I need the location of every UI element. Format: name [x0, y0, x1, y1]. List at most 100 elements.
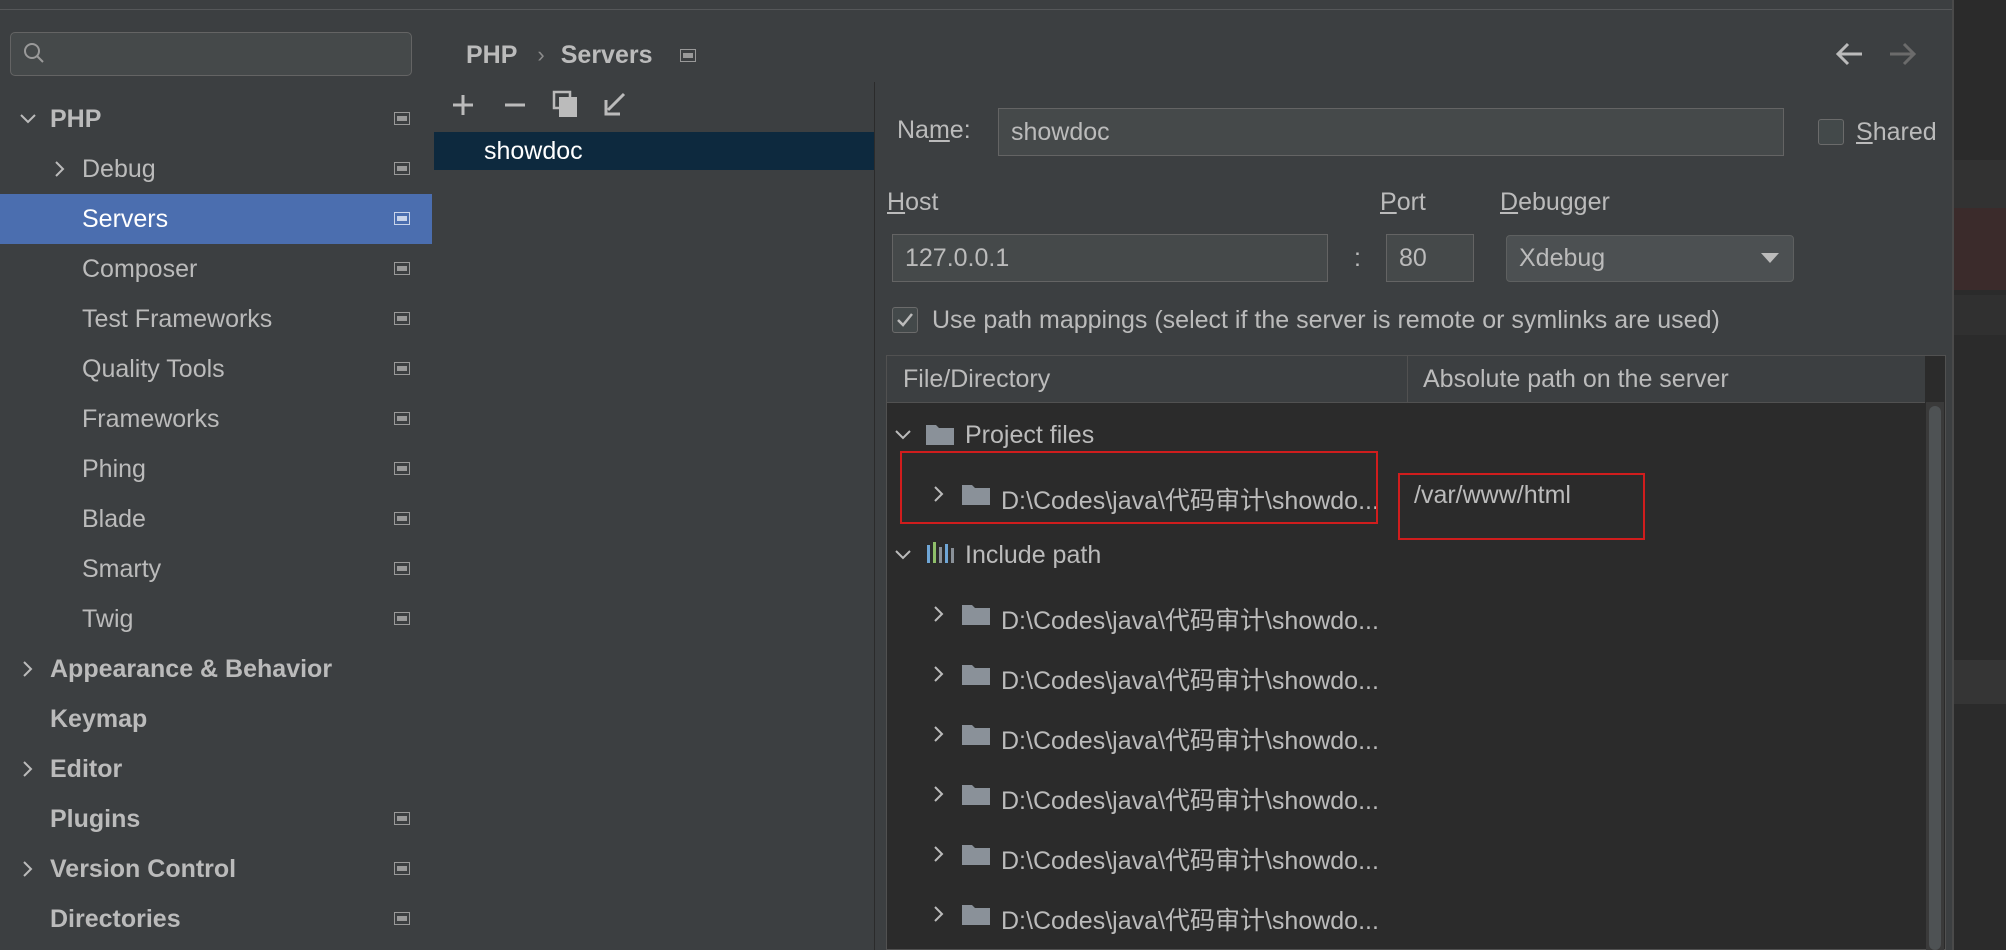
sidebar-item-label: PHP [50, 104, 102, 133]
chevron-right-icon [55, 161, 65, 177]
dropdown-arrow-icon [1761, 253, 1779, 263]
sidebar-item-appearance-behavior[interactable]: Appearance & Behavior [0, 644, 432, 694]
sidebar-item-label: Plugins [50, 804, 141, 833]
import-icon[interactable] [596, 86, 634, 124]
folder-icon [926, 425, 954, 445]
sidebar-item-label: Test Frameworks [82, 304, 273, 333]
chevron-down-icon [895, 430, 911, 440]
scrollbar-thumb[interactable] [1929, 406, 1941, 950]
highlight-box-server-path [1398, 473, 1645, 540]
tree-row-include-dir[interactable]: D:\Codes\java\代码审计\showdo... [887, 772, 1925, 818]
page-settings-icon [394, 912, 410, 925]
debugger-label-part: ebugger [1518, 188, 1610, 216]
window-top-border [0, 0, 1952, 10]
sidebar-item-label: Servers [82, 204, 169, 233]
debugger-select[interactable]: Xdebug [1506, 235, 1794, 282]
chevron-right-icon [934, 606, 944, 622]
page-settings-icon [394, 612, 410, 625]
sidebar-item-version-control[interactable]: Version Control [0, 844, 432, 894]
sidebar-item-label: Debug [82, 154, 156, 183]
sidebar-item-twig[interactable]: Twig [0, 594, 432, 644]
tree-row-label: Project files [965, 421, 1095, 449]
background-ide-edge [1952, 0, 2006, 950]
tree-row-include-dir[interactable]: D:\Codes\java\代码审计\showdo... [887, 832, 1925, 878]
debugger-label: Debugger [1500, 188, 1610, 217]
shared-checkbox[interactable] [1818, 119, 1844, 145]
tree-row-include-dir[interactable]: D:\Codes\java\代码审计\showdo... [887, 712, 1925, 758]
chevron-right-icon [23, 861, 33, 877]
folder-icon [962, 665, 990, 685]
port-label-part: ort [1396, 188, 1426, 216]
sidebar-item-php[interactable]: PHP [0, 94, 432, 144]
host-port-colon: : [1354, 244, 1361, 272]
sidebar-item-smarty[interactable]: Smarty [0, 544, 432, 594]
tree-row-include-dir[interactable]: D:\Codes\java\代码审计\showdo... [887, 592, 1925, 638]
column-header-server-path[interactable]: Absolute path on the server [1423, 365, 1729, 394]
debugger-value: Xdebug [1519, 244, 1606, 272]
tree-row-label: Include path [965, 541, 1102, 569]
column-separator[interactable] [1407, 356, 1408, 402]
breadcrumb-parent[interactable]: PHP [466, 41, 517, 70]
remove-icon[interactable] [496, 86, 534, 124]
copy-icon[interactable] [546, 86, 584, 124]
server-list-item[interactable]: showdoc [434, 132, 874, 170]
sidebar-item-label: Twig [82, 604, 134, 633]
sidebar-item-phing[interactable]: Phing [0, 444, 432, 494]
host-input[interactable]: 127.0.0.1 [892, 234, 1328, 282]
page-settings-icon [394, 812, 410, 825]
tree-row-include-dir[interactable]: D:\Codes\java\代码审计\showdo... [887, 892, 1925, 938]
sidebar-item-quality-tools[interactable]: Quality Tools [0, 344, 432, 394]
name-label-part: e: [949, 116, 971, 144]
settings-search-input[interactable] [10, 32, 412, 76]
page-settings-icon [394, 312, 410, 325]
debugger-label-mnemonic: D [1500, 188, 1519, 216]
shared-label[interactable]: Shared [1856, 118, 1937, 147]
tree-row-label: D:\Codes\java\代码审计\showdo... [1001, 907, 1379, 935]
folder-icon [962, 605, 990, 625]
sidebar-item-plugins[interactable]: Plugins [0, 794, 432, 844]
port-label-mnemonic: P [1380, 188, 1397, 216]
sidebar-item-editor[interactable]: Editor [0, 744, 432, 794]
sidebar-item-blade[interactable]: Blade [0, 494, 432, 544]
table-scrollbar[interactable] [1926, 402, 1944, 950]
tree-row-include-path[interactable]: Include path [887, 532, 1925, 578]
folder-icon [962, 725, 990, 745]
forward-arrow-icon[interactable] [1884, 38, 1920, 70]
name-input[interactable]: showdoc [998, 108, 1784, 156]
path-mappings-checkbox[interactable] [892, 307, 918, 333]
sidebar-item-label: Directories [50, 904, 181, 933]
sidebar-item-directories[interactable]: Directories [0, 894, 432, 944]
sidebar-item-label: Frameworks [82, 404, 220, 433]
breadcrumb-separator-icon: › [537, 42, 545, 67]
shared-label-part: hared [1872, 118, 1937, 146]
settings-sidebar: PHP Debug Servers Composer Test Framewor… [0, 10, 432, 950]
chevron-down-icon [895, 550, 911, 560]
path-mappings-label[interactable]: Use path mappings (select if the server … [932, 306, 1720, 335]
column-header-file-directory[interactable]: File/Directory [903, 365, 1050, 394]
page-settings-icon [394, 862, 410, 875]
name-label-part: Na [897, 116, 929, 144]
sidebar-item-test-frameworks[interactable]: Test Frameworks [0, 294, 432, 344]
add-icon[interactable] [444, 86, 482, 124]
table-header: File/Directory Absolute path on the serv… [887, 356, 1925, 403]
sidebar-item-composer[interactable]: Composer [0, 244, 432, 294]
back-arrow-icon[interactable] [1832, 38, 1868, 70]
tree-row-include-dir[interactable]: D:\Codes\java\代码审计\showdo... [887, 652, 1925, 698]
pane-divider[interactable] [874, 82, 875, 950]
chevron-right-icon [934, 726, 944, 742]
name-label-mnemonic: m [928, 116, 950, 144]
sidebar-item-servers[interactable]: Servers [0, 194, 432, 244]
sidebar-item-label: Keymap [50, 704, 148, 733]
sidebar-item-label: Quality Tools [82, 354, 225, 383]
port-label: Port [1380, 188, 1426, 217]
servers-list: showdoc [434, 132, 875, 950]
port-input[interactable]: 80 [1386, 234, 1474, 282]
sidebar-item-label: Blade [82, 504, 146, 533]
chevron-right-icon [934, 666, 944, 682]
chevron-down-icon [20, 114, 36, 124]
sidebar-item-keymap[interactable]: Keymap [0, 694, 432, 744]
sidebar-item-debug[interactable]: Debug [0, 144, 432, 194]
search-icon [24, 43, 44, 63]
page-settings-icon [394, 412, 410, 425]
sidebar-item-frameworks[interactable]: Frameworks [0, 394, 432, 444]
